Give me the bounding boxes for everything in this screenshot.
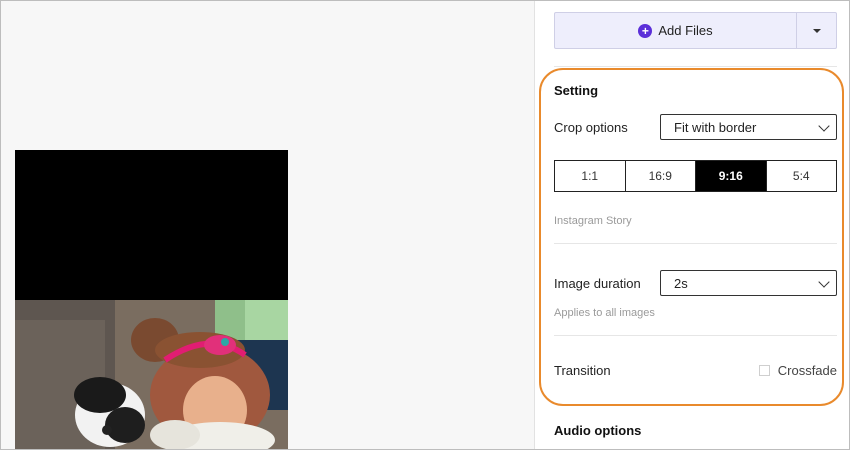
settings-panel: + Add Files Setting Crop options Fit wit… [535, 1, 849, 449]
aspect-ratio-9-16[interactable]: 9:16 [696, 161, 767, 191]
add-files-split-button: + Add Files [554, 12, 837, 49]
image-duration-value: 2s [674, 275, 688, 291]
divider [554, 66, 837, 67]
aspect-ratio-hint: Instagram Story [554, 215, 632, 227]
crop-options-select[interactable]: Fit with border [660, 114, 837, 140]
crop-options-label: Crop options [554, 120, 628, 135]
crossfade-option[interactable]: Crossfade [758, 363, 837, 378]
chevron-down-icon [818, 120, 830, 132]
aspect-ratio-16-9[interactable]: 16:9 [626, 161, 696, 191]
crossfade-checkbox[interactable] [758, 365, 770, 376]
add-files-label: Add Files [658, 23, 713, 38]
transition-label: Transition [554, 363, 611, 378]
add-files-button[interactable]: + Add Files [555, 13, 796, 48]
letterbox-border [15, 150, 288, 300]
aspect-ratio-1-1[interactable]: 1:1 [555, 161, 626, 191]
preview-area [1, 1, 534, 450]
preview-image [15, 150, 288, 450]
aspect-ratio-5-4[interactable]: 5:4 [767, 161, 837, 191]
divider [554, 335, 837, 336]
image-duration-hint: Applies to all images [554, 307, 655, 319]
audio-options-title: Audio options [554, 423, 642, 438]
image-duration-label: Image duration [554, 276, 641, 291]
setting-title: Setting [554, 83, 599, 98]
chevron-down-icon [818, 276, 830, 288]
image-duration-select[interactable]: 2s [660, 270, 837, 296]
caret-down-icon [812, 28, 821, 33]
divider [554, 243, 837, 244]
crop-options-value: Fit with border [674, 119, 757, 135]
add-files-dropdown-button[interactable] [796, 13, 836, 48]
plus-circle-icon: + [638, 23, 653, 38]
aspect-ratio-group: 1:1 16:9 9:16 5:4 [554, 160, 837, 192]
crossfade-label: Crossfade [777, 363, 837, 378]
photo-thumbnail [15, 300, 288, 450]
